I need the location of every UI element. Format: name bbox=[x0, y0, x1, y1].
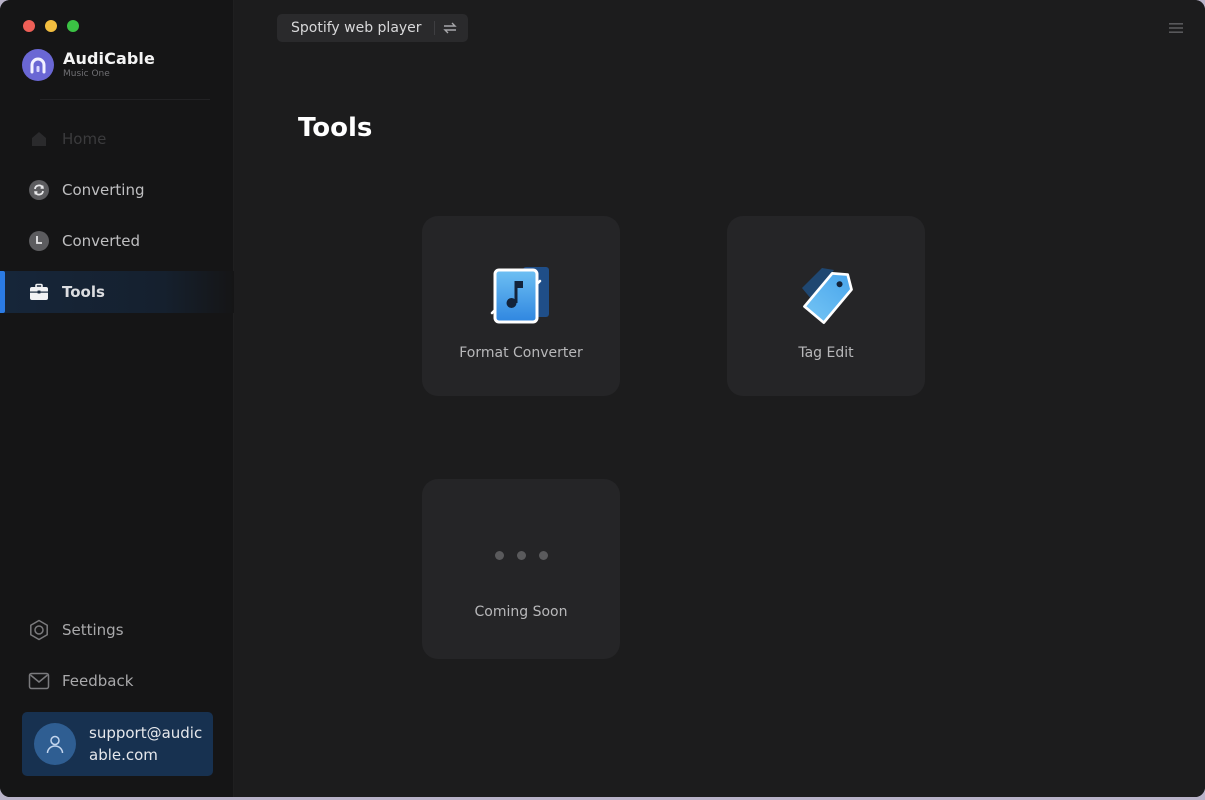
toolbox-icon bbox=[28, 281, 50, 303]
converting-icon bbox=[28, 179, 50, 201]
user-icon bbox=[46, 735, 64, 754]
app-name: AudiCable bbox=[63, 49, 155, 68]
hamburger-menu-icon[interactable] bbox=[1169, 19, 1183, 33]
app-window: AudiCable Music One Home Converting Conv… bbox=[0, 0, 1205, 797]
sidebar-item-label: Converted bbox=[62, 232, 141, 250]
sidebar-item-label: Settings bbox=[62, 621, 124, 639]
settings-icon bbox=[28, 619, 50, 641]
main-content: Spotify web player Tools Format Converte… bbox=[234, 0, 1205, 797]
tool-label: Tag Edit bbox=[798, 345, 854, 361]
format-converter-card[interactable]: Format Converter bbox=[422, 216, 620, 396]
tool-label: Coming Soon bbox=[474, 604, 568, 620]
more-dots-icon bbox=[483, 519, 559, 591]
clock-icon bbox=[28, 230, 50, 252]
tag-edit-card[interactable]: Tag Edit bbox=[727, 216, 925, 396]
sidebar-item-converted[interactable]: Converted bbox=[0, 220, 234, 262]
sidebar-item-tools[interactable]: Tools bbox=[0, 271, 234, 313]
sidebar-bottom-nav: Settings Feedback bbox=[0, 609, 234, 711]
source-selector[interactable]: Spotify web player bbox=[277, 14, 468, 42]
sidebar-item-converting[interactable]: Converting bbox=[0, 169, 234, 211]
format-converter-icon bbox=[483, 262, 559, 332]
divider bbox=[40, 99, 210, 100]
tool-label: Format Converter bbox=[459, 345, 583, 361]
avatar bbox=[34, 723, 76, 765]
home-icon bbox=[28, 128, 50, 150]
headphones-logo-icon bbox=[22, 49, 54, 81]
source-label: Spotify web player bbox=[291, 20, 422, 36]
swap-icon[interactable] bbox=[442, 21, 457, 35]
sidebar-item-label: Converting bbox=[62, 181, 145, 199]
mail-icon bbox=[28, 670, 50, 692]
sidebar-item-label: Home bbox=[62, 130, 107, 148]
minimize-window-button[interactable] bbox=[45, 20, 57, 32]
window-controls bbox=[23, 20, 79, 32]
sidebar-item-label: Tools bbox=[62, 283, 105, 301]
sidebar-nav: Home Converting Converted Tools bbox=[0, 118, 234, 322]
close-window-button[interactable] bbox=[23, 20, 35, 32]
sidebar: AudiCable Music One Home Converting Conv… bbox=[0, 0, 234, 797]
tag-icon bbox=[788, 262, 864, 332]
sidebar-item-settings[interactable]: Settings bbox=[0, 609, 234, 651]
account-email: support@audicable.com bbox=[89, 724, 203, 764]
app-subtitle: Music One bbox=[63, 69, 110, 79]
page-title: Tools bbox=[298, 113, 373, 143]
sidebar-item-home[interactable]: Home bbox=[0, 118, 234, 160]
divider bbox=[433, 21, 435, 35]
account-card[interactable]: support@audicable.com bbox=[22, 712, 213, 776]
maximize-window-button[interactable] bbox=[67, 20, 79, 32]
brand: AudiCable Music One bbox=[22, 49, 155, 81]
sidebar-item-feedback[interactable]: Feedback bbox=[0, 660, 234, 702]
coming-soon-card: Coming Soon bbox=[422, 479, 620, 659]
sidebar-item-label: Feedback bbox=[62, 672, 134, 690]
